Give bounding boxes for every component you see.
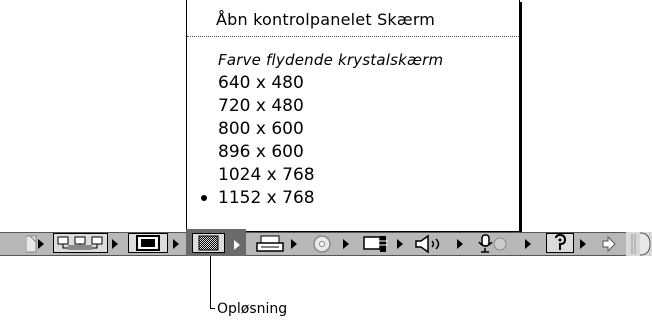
menu-item-resolution[interactable]: 720 x 480 <box>187 94 519 118</box>
chevron-right-icon[interactable] <box>525 239 531 249</box>
callout-line <box>210 256 211 309</box>
location-icon <box>363 236 388 252</box>
monitor-bit-depth-module[interactable] <box>124 232 182 256</box>
speech-icon <box>478 234 507 253</box>
scroll-right-icon <box>602 236 616 252</box>
keychain-module[interactable] <box>542 232 596 256</box>
chevron-right-icon[interactable] <box>343 239 349 249</box>
chevron-right-icon[interactable] <box>112 239 118 249</box>
file-sharing-icon <box>26 235 37 253</box>
appletalk-icon <box>53 233 108 253</box>
chevron-right-icon[interactable] <box>457 239 463 249</box>
resolution-label: 1152 x 768 <box>218 188 315 208</box>
monitor-bit-depth-icon <box>128 233 168 253</box>
chevron-right-icon[interactable] <box>291 239 297 249</box>
resolution-label: 800 x 600 <box>218 119 304 139</box>
appletalk-module[interactable] <box>49 232 121 256</box>
location-module[interactable] <box>357 232 409 256</box>
resolution-label: 896 x 600 <box>218 142 304 162</box>
chevron-right-icon[interactable] <box>397 239 403 249</box>
chevron-right-icon[interactable] <box>173 239 179 249</box>
menu-separator <box>187 36 519 37</box>
resolution-label: 1024 x 768 <box>218 165 315 185</box>
menu-section-title: Farve flydende krystalskærm <box>187 48 519 72</box>
file-sharing-module[interactable] <box>0 232 46 256</box>
menu-item-open-display-panel[interactable]: Åbn kontrolpanelet Skærm <box>187 8 519 32</box>
menu-item-resolution[interactable]: 896 x 600 <box>187 140 519 164</box>
cd-icon <box>313 235 331 253</box>
chevron-right-icon[interactable] <box>38 239 44 249</box>
strip-scroll-right[interactable] <box>598 232 652 256</box>
menu-item-resolution-selected[interactable]: 1152 x 768 <box>187 186 519 210</box>
menu-section-label: Farve flydende krystalskærm <box>218 51 444 69</box>
printer-icon <box>256 235 284 252</box>
menu-item-resolution[interactable]: 640 x 480 <box>187 71 519 95</box>
menu-item-resolution[interactable]: 800 x 600 <box>187 117 519 141</box>
sound-volume-module[interactable] <box>411 232 467 256</box>
keychain-icon <box>546 233 574 253</box>
sound-volume-icon <box>415 234 440 254</box>
resolution-icon <box>192 233 225 253</box>
resolution-module[interactable] <box>186 229 246 256</box>
callout-tick <box>210 308 215 309</box>
control-strip <box>0 229 652 256</box>
menu-item-label: Åbn kontrolpanelet Skærm <box>216 10 436 29</box>
selected-bullet-icon <box>201 195 207 201</box>
callout-label: Opløsning <box>217 301 288 317</box>
cd-module[interactable] <box>304 232 354 256</box>
strip-handle-icon[interactable] <box>626 232 652 256</box>
printer-module[interactable] <box>250 232 302 256</box>
chevron-right-icon[interactable] <box>580 239 586 249</box>
resolution-label: 640 x 480 <box>218 73 304 93</box>
speech-module[interactable] <box>470 232 540 256</box>
chevron-right-icon[interactable] <box>234 240 240 250</box>
menu-item-resolution[interactable]: 1024 x 768 <box>187 163 519 187</box>
resolution-label: 720 x 480 <box>218 96 304 116</box>
resolution-popup-menu: Åbn kontrolpanelet Skærm Farve flydende … <box>186 0 520 232</box>
